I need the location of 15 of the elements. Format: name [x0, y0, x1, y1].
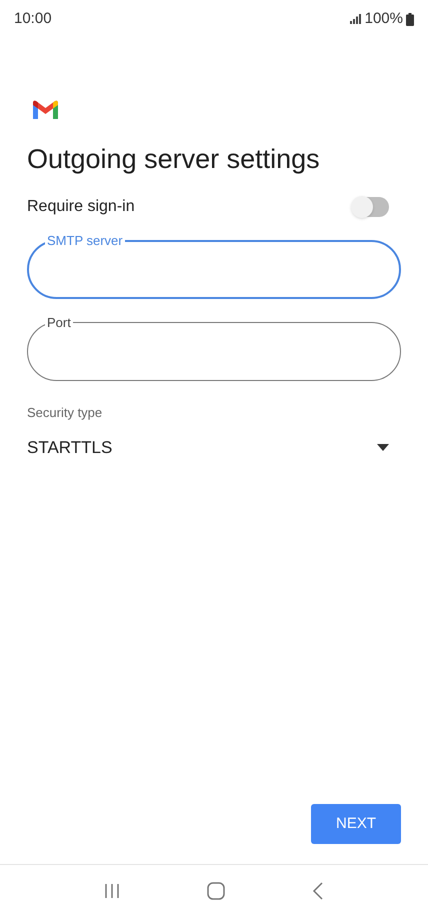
- status-time: 10:00: [14, 8, 52, 29]
- next-button[interactable]: NEXT: [311, 804, 401, 844]
- back-icon[interactable]: [312, 882, 324, 900]
- toggle-switch[interactable]: [353, 197, 389, 217]
- page-title: Outgoing server settings: [27, 143, 321, 176]
- recent-apps-icon[interactable]: [104, 883, 120, 899]
- battery-percent: 100%: [364, 8, 403, 29]
- mail-logo-icon: [33, 100, 58, 119]
- signal-icon: [350, 14, 362, 24]
- home-icon[interactable]: [206, 882, 225, 900]
- field-label: Security type: [27, 404, 104, 422]
- setting-label: Require sign-in: [27, 197, 135, 217]
- battery-icon: [406, 12, 414, 26]
- dropdown-arrow-icon: [377, 444, 389, 451]
- security-dropdown[interactable]: STARTTLS: [27, 434, 401, 460]
